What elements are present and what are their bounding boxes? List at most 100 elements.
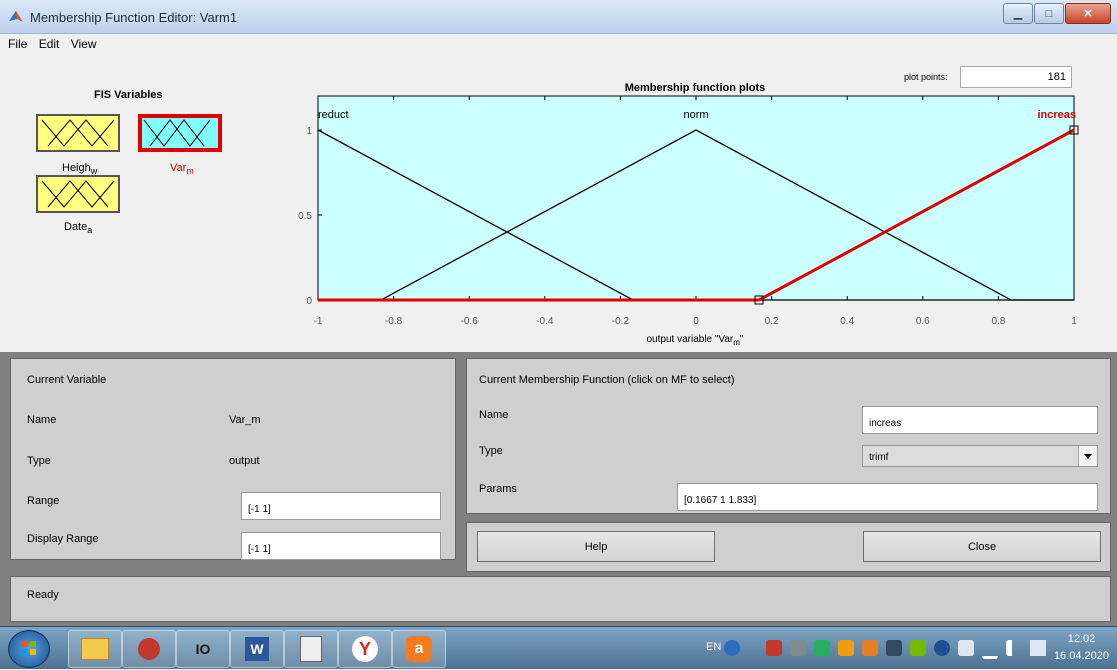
display-range-input[interactable]: [-1 1] [241, 532, 441, 560]
display-range-label: Display Range [27, 533, 99, 545]
chart-title: Membership function plots [625, 82, 766, 94]
mf-label-reduct[interactable]: reduct [318, 109, 349, 121]
fis-variable-heigh[interactable] [36, 114, 120, 152]
params-label: Params [479, 483, 517, 495]
menu-bar: File Edit View [0, 34, 1117, 54]
matlab-icon [9, 11, 23, 22]
taskbar-calculator[interactable] [284, 630, 338, 668]
mf-name-label: Name [479, 409, 509, 421]
tray-icon-2[interactable] [766, 640, 782, 656]
start-button[interactable] [8, 630, 50, 668]
io-app-icon: IO [195, 641, 211, 657]
close-window-button[interactable]: ✕ [1065, 3, 1111, 24]
fis-variable-date[interactable] [36, 175, 120, 213]
taskbar: IO W Y a EN 12:02 16.04.2020 [0, 626, 1117, 669]
minimize-button[interactable]: ▁ [1003, 3, 1033, 24]
name-label: Name [27, 414, 57, 426]
language-indicator[interactable]: EN [706, 641, 721, 653]
network-signal-icon[interactable] [982, 640, 998, 659]
current-mf-panel: Current Membership Function (click on MF… [466, 358, 1111, 514]
show-desktop-icon[interactable] [1030, 640, 1046, 656]
y-tick-label: 1 [306, 126, 312, 137]
current-variable-title: Current Variable [27, 374, 107, 386]
system-clock[interactable]: 12:02 16.04.2020 [1054, 631, 1109, 665]
app-icon [138, 638, 160, 660]
menu-edit[interactable]: Edit [39, 34, 60, 51]
tray-icon-5[interactable] [838, 640, 854, 656]
taskbar-yandex[interactable]: Y [338, 630, 392, 668]
mf-type-label: Type [479, 445, 503, 457]
clock-date: 16.04.2020 [1053, 650, 1109, 662]
x-tick-label: 0.6 [916, 316, 930, 327]
nvidia-icon[interactable] [910, 640, 926, 656]
mf-name-input[interactable]: increas [862, 406, 1098, 434]
taskbar-matlab[interactable]: a [392, 630, 446, 668]
x-axis-label: output variable "Varm" [647, 334, 744, 347]
taskbar-app-3[interactable]: IO [176, 630, 230, 668]
mf-label-norm[interactable]: norm [683, 109, 708, 121]
window-title: Membership Function Editor: Varm1 [30, 10, 238, 25]
range-label: Range [27, 495, 60, 507]
folder-icon [81, 638, 109, 660]
x-tick-label: 0.8 [991, 316, 1005, 327]
fis-variable-var[interactable] [138, 114, 222, 152]
title-bar: Membership Function Editor: Varm1 ▁ □ ✕ [0, 0, 1117, 34]
x-tick-label: 0 [693, 316, 699, 327]
word-icon: W [245, 637, 269, 661]
windows-logo-icon [22, 641, 36, 655]
lower-area: Current Variable Name Var_m Type output … [0, 352, 1117, 626]
status-panel: Ready [10, 576, 1111, 622]
avast-icon: a [406, 636, 432, 662]
help-button[interactable]: Help [477, 531, 715, 562]
plot-area [317, 95, 1075, 301]
volume-icon[interactable] [1006, 640, 1028, 656]
calculator-icon [300, 636, 322, 662]
buttons-panel: Help Close [466, 522, 1111, 572]
taskbar-explorer[interactable] [68, 630, 122, 668]
status-text: Ready [27, 589, 59, 601]
bluetooth-icon[interactable] [934, 640, 950, 656]
x-tick-label: 0.4 [840, 316, 854, 327]
type-label: Type [27, 455, 51, 467]
close-button[interactable]: Close [863, 531, 1101, 562]
y-tick-label: 0 [306, 296, 312, 307]
x-tick-label: -0.8 [385, 316, 403, 327]
clock-time: 12:02 [1067, 633, 1096, 645]
x-tick-label: 1 [1071, 316, 1077, 327]
fis-variable-label-var: Varm [170, 162, 194, 177]
tray-icon-7[interactable] [886, 640, 902, 656]
mf-thumbnail-icon [143, 119, 211, 147]
yandex-browser-icon: Y [352, 636, 378, 662]
params-input[interactable]: [0.1667 1 1.833] [677, 483, 1098, 511]
fis-variables-title: FIS Variables [94, 89, 163, 101]
x-tick-label: -1 [314, 316, 323, 327]
taskbar-word[interactable]: W [230, 630, 284, 668]
tray-icon-6[interactable] [862, 640, 878, 656]
range-input[interactable]: [-1 1] [241, 492, 441, 520]
fis-variable-label-date: Datea [64, 221, 93, 236]
mf-thumbnail-icon [41, 180, 115, 208]
membership-function-plot[interactable]: Membership function plots -1 -0.8 -0.6 -0.4… [290, 54, 1090, 352]
variable-name-value: Var_m [229, 414, 261, 426]
dropdown-arrow-icon[interactable] [1078, 446, 1097, 466]
tray-icon-3[interactable] [790, 640, 806, 656]
menu-view[interactable]: View [71, 34, 97, 51]
current-mf-title: Current Membership Function (click on MF… [479, 374, 735, 386]
upper-area: FIS Variables Heighw Varm Datea plot poi… [0, 54, 1117, 352]
menu-file[interactable]: File [8, 34, 27, 51]
mf-type-select[interactable]: trimf [862, 445, 1098, 467]
help-tray-icon[interactable] [724, 640, 740, 656]
x-tick-label: -0.6 [461, 316, 479, 327]
taskbar-app-2[interactable] [122, 630, 176, 668]
tray-icon-10[interactable] [958, 640, 974, 656]
mf-type-value: trimf [869, 452, 889, 463]
x-tick-label: -0.4 [536, 316, 554, 327]
mf-label-increas[interactable]: increas [1037, 109, 1076, 121]
variable-type-value: output [229, 455, 260, 467]
current-variable-panel: Current Variable Name Var_m Type output … [10, 358, 456, 560]
tray-icon-4[interactable] [814, 640, 830, 656]
mf-thumbnail-icon [41, 119, 115, 147]
maximize-button[interactable]: □ [1034, 3, 1064, 24]
x-tick-label: 0.2 [765, 316, 779, 327]
x-tick-label: -0.2 [612, 316, 630, 327]
